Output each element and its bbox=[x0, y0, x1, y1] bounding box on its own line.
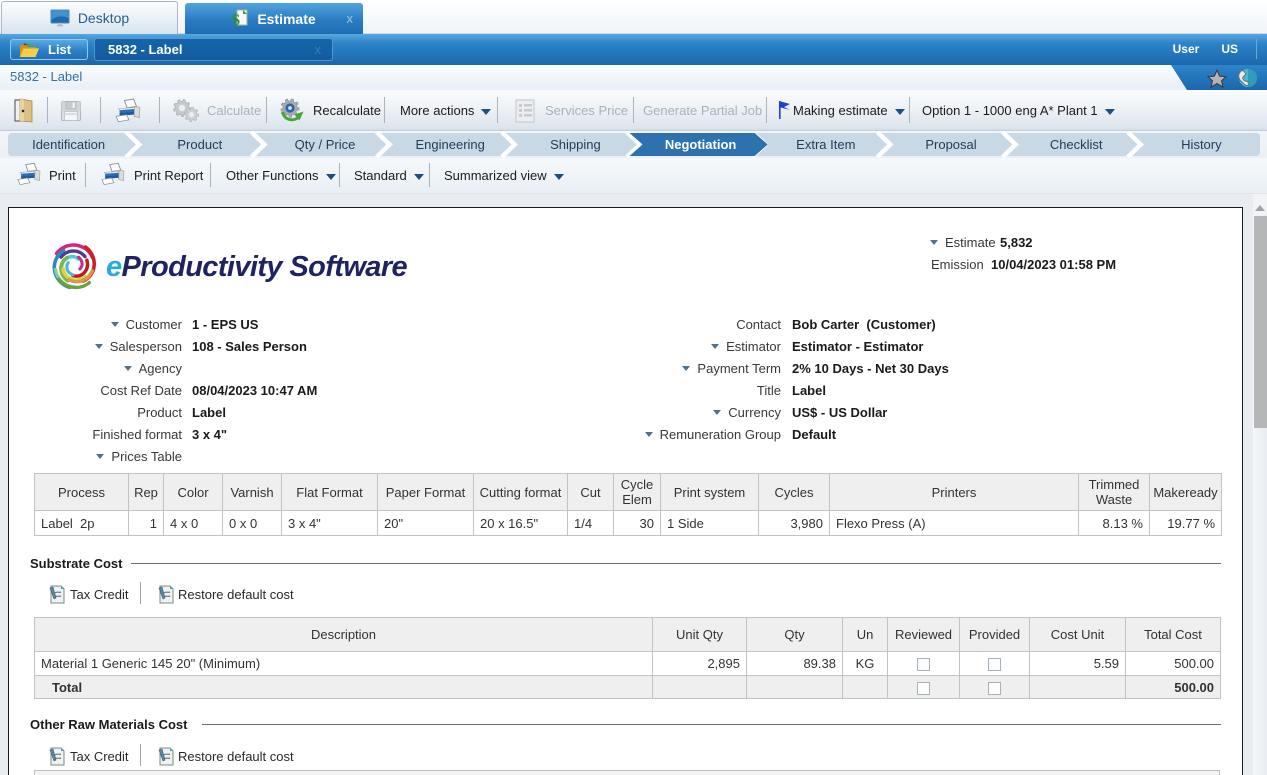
svg-text:Checklist: Checklist bbox=[1050, 137, 1103, 152]
svg-text:Product: Product bbox=[177, 137, 222, 152]
svg-text:$: $ bbox=[232, 12, 240, 28]
svg-text:Extra Item: Extra Item bbox=[796, 137, 855, 152]
svg-text:History: History bbox=[1181, 137, 1222, 152]
svg-text:Shipping: Shipping bbox=[550, 137, 601, 152]
svg-text:Identification: Identification bbox=[32, 137, 105, 152]
svg-text:Qty / Price: Qty / Price bbox=[295, 137, 356, 152]
svg-text:Engineering: Engineering bbox=[416, 137, 485, 152]
svg-text:Negotiation: Negotiation bbox=[665, 137, 737, 152]
svg-text:Proposal: Proposal bbox=[925, 137, 976, 152]
